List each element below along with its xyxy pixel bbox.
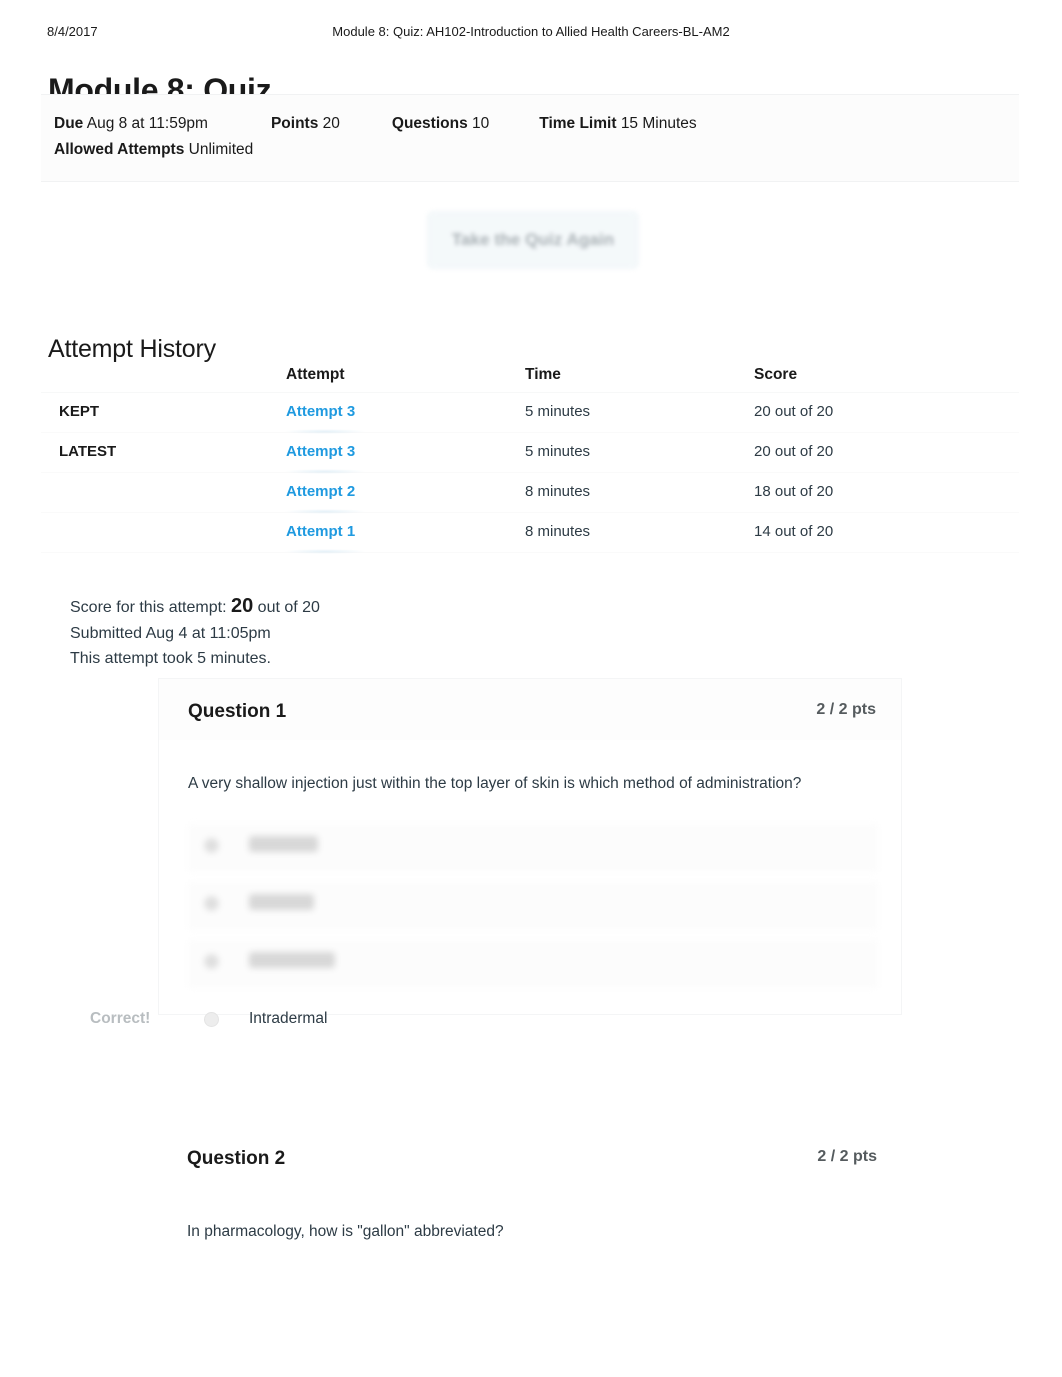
quiz-details-banner: Due Aug 8 at 11:59pm Points 20 Questions 1… xyxy=(41,94,1019,182)
submitted-line: Submitted Aug 4 at 11:05pm xyxy=(70,624,271,642)
column-header-attempt: Attempt xyxy=(286,366,345,383)
row-time: 8 minutes xyxy=(525,523,591,540)
quiz-details-row-2: Allowed Attempts Unlimited xyxy=(54,141,253,159)
answer-option[interactable] xyxy=(188,878,878,936)
question-1-answers: Correct! Intradermal xyxy=(90,820,878,1052)
question-2-header: Question 2 2 / 2 pts xyxy=(158,1126,902,1188)
answer-label xyxy=(249,836,318,852)
question-2-text: In pharmacology, how is "gallon" abbrevi… xyxy=(187,1223,504,1240)
table-row: KEPT Attempt 3 5 minutes 20 out of 20 xyxy=(41,393,1019,434)
attempt-history-table: Attempt Time Score KEPT Attempt 3 5 minu… xyxy=(41,360,1019,597)
score-prefix: Score for this attempt: xyxy=(70,599,227,616)
attempt-link-cell[interactable]: Attempt 1 xyxy=(286,523,355,540)
table-row: LATEST Attempt 3 5 minutes 20 out of 20 xyxy=(41,433,1019,474)
quiz-details-row-1: Due Aug 8 at 11:59pm Points 20 Questions 1… xyxy=(54,115,697,133)
question-2-name: Question 2 xyxy=(187,1148,286,1169)
answer-option[interactable] xyxy=(188,936,878,994)
score-summary: Score for this attempt: 20 out of 20 Sub… xyxy=(70,594,320,672)
attempt-link-cell[interactable]: Attempt 3 xyxy=(286,443,355,460)
quiz-time-limit-value: 15 Minutes xyxy=(620,115,697,132)
question-block-2: Question 2 2 / 2 pts In pharmacology, ho… xyxy=(158,1126,902,1338)
correct-marker: Correct! xyxy=(90,1010,151,1027)
quiz-allowed-attempts-label: Allowed Attempts xyxy=(54,141,185,158)
quiz-due-label: Due xyxy=(54,115,84,132)
attempt-2-link[interactable]: Attempt 2 xyxy=(286,483,355,500)
column-header-time: Time xyxy=(525,366,561,383)
question-1-text: A very shallow injection just within the… xyxy=(188,775,802,792)
question-1-body: A very shallow injection just within the… xyxy=(90,740,902,1027)
answer-label xyxy=(249,952,336,968)
quiz-due: Due Aug 8 at 11:59pm xyxy=(54,115,208,133)
print-header: 8/4/2017 Module 8: Quiz: AH102-Introduct… xyxy=(0,24,1062,42)
table-header-row: Attempt Time Score xyxy=(41,360,1019,393)
row-score: 14 out of 20 xyxy=(754,523,834,540)
score-line: Score for this attempt: 20 out of 20 xyxy=(70,594,320,621)
row-score: 20 out of 20 xyxy=(754,403,834,420)
quiz-questions-value: 10 xyxy=(472,115,490,132)
answer-option[interactable] xyxy=(188,820,878,878)
row-score: 18 out of 20 xyxy=(754,483,834,500)
column-header-score: Score xyxy=(754,366,798,383)
quiz-allowed-attempts: Allowed Attempts Unlimited xyxy=(54,141,253,159)
row-flag-latest: LATEST xyxy=(59,443,117,460)
radio-icon[interactable] xyxy=(204,896,219,911)
question-block-1: Question 1 2 / 2 pts A very shallow inje… xyxy=(90,678,902,1027)
take-quiz-again-button[interactable]: Take the Quiz Again xyxy=(427,211,639,269)
table-footer-spacer xyxy=(41,553,1019,597)
print-document-title: Module 8: Quiz: AH102-Introduction to Al… xyxy=(332,24,730,39)
answer-option-selected[interactable]: Correct! Intradermal xyxy=(90,994,878,1052)
quiz-time-limit-label: Time Limit xyxy=(539,115,617,132)
question-1-header: Question 1 2 / 2 pts xyxy=(158,678,902,740)
table-row: Attempt 1 8 minutes 14 out of 20 xyxy=(41,513,1019,554)
score-suffix: out of 20 xyxy=(257,599,320,616)
radio-icon[interactable] xyxy=(204,838,219,853)
take-quiz-again-wrapper: Take the Quiz Again xyxy=(427,211,639,273)
attempt-1-link[interactable]: Attempt 1 xyxy=(286,523,355,540)
question-2-points: 2 / 2 pts xyxy=(817,1148,877,1165)
row-score: 20 out of 20 xyxy=(754,443,834,460)
attempt-3-latest-link[interactable]: Attempt 3 xyxy=(286,443,355,460)
row-time: 8 minutes xyxy=(525,483,591,500)
quiz-points: Points 20 xyxy=(271,115,340,133)
quiz-due-value: Aug 8 at 11:59pm xyxy=(86,115,208,132)
row-time: 5 minutes xyxy=(525,443,591,460)
radio-icon[interactable] xyxy=(204,954,219,969)
answer-label xyxy=(249,894,314,910)
question-1-points: 2 / 2 pts xyxy=(816,701,876,718)
quiz-questions-label: Questions xyxy=(391,115,468,132)
quiz-questions: Questions 10 xyxy=(392,115,489,133)
answer-label: Intradermal xyxy=(249,1010,328,1027)
attempt-link-cell[interactable]: Attempt 3 xyxy=(286,403,355,420)
score-value: 20 xyxy=(230,595,254,617)
quiz-time-limit: Time Limit 15 Minutes xyxy=(539,115,696,133)
duration-line: This attempt took 5 minutes. xyxy=(70,650,271,667)
attempt-link-cell[interactable]: Attempt 2 xyxy=(286,483,355,500)
quiz-points-value: 20 xyxy=(322,115,340,132)
quiz-allowed-attempts-value: Unlimited xyxy=(188,141,254,158)
question-2-body: In pharmacology, how is "gallon" abbrevi… xyxy=(158,1188,902,1338)
radio-icon-selected[interactable] xyxy=(204,1012,219,1027)
row-flag-kept: KEPT xyxy=(59,403,100,420)
row-time: 5 minutes xyxy=(525,403,591,420)
attempt-3-kept-link[interactable]: Attempt 3 xyxy=(286,403,355,420)
table-row: Attempt 2 8 minutes 18 out of 20 xyxy=(41,473,1019,514)
question-1-name: Question 1 xyxy=(188,701,287,722)
quiz-points-label: Points xyxy=(270,115,319,132)
